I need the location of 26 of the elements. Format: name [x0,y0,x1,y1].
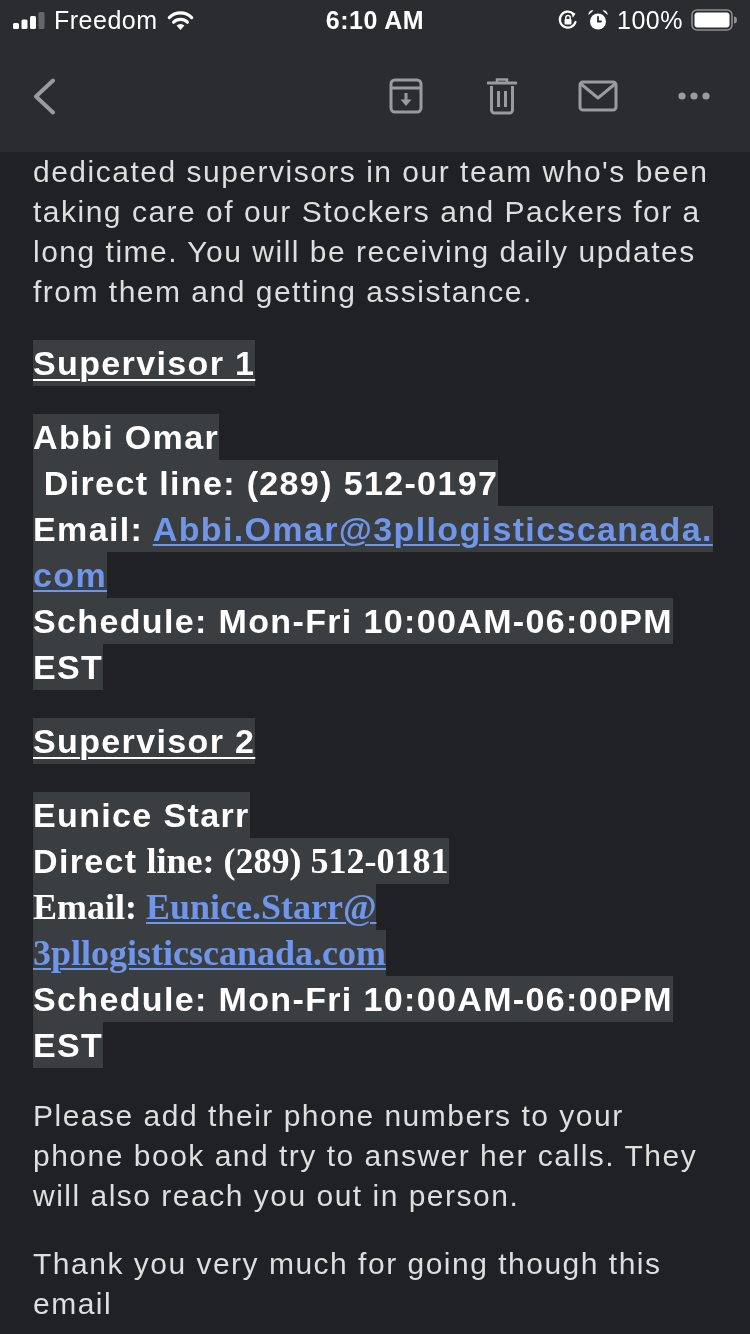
email-link[interactable]: com [33,552,107,598]
wifi-icon [166,10,194,30]
section-heading: Supervisor 1 [33,340,256,386]
trash-icon [487,77,517,115]
email-link[interactable]: Abbi.Omar@3pllogisticscanada. [152,506,713,552]
email-label: Email: [33,506,153,552]
more-dots-icon [678,92,710,100]
email-link[interactable]: 3pllogisticscanada.com [33,930,386,976]
battery-icon [691,9,737,31]
envelope-icon [578,80,618,112]
body-paragraph: Please add their phone numbers to your phone book and try to answer her calls. They will also reach you out in person. [33,1098,699,1214]
clock-time: 6:10 AM [325,5,425,35]
archive-box-icon [389,78,423,114]
email-label: Email: [33,884,146,930]
contact-name: Eunice Starr [33,792,250,838]
rotation-lock-icon [557,9,580,31]
email-link[interactable]: Eunice.Starr@ [146,884,377,930]
battery-percent: 100% [617,5,683,35]
body-paragraph: dedicated supervisors in our team who's been taking care of our Stockers and Packers for a long time. You will be receiving daily updates from them and getting assistance. [33,154,710,310]
contact-name: Abbi Omar [33,414,220,460]
carrier-name: Freedom [54,5,158,35]
body-paragraph: Thank you very much for going though this email [33,1246,663,1322]
section-heading: Supervisor 2 [33,718,256,764]
signal-icon [13,11,45,29]
chevron-left-icon [32,77,56,115]
alarm-clock-icon [587,9,610,31]
